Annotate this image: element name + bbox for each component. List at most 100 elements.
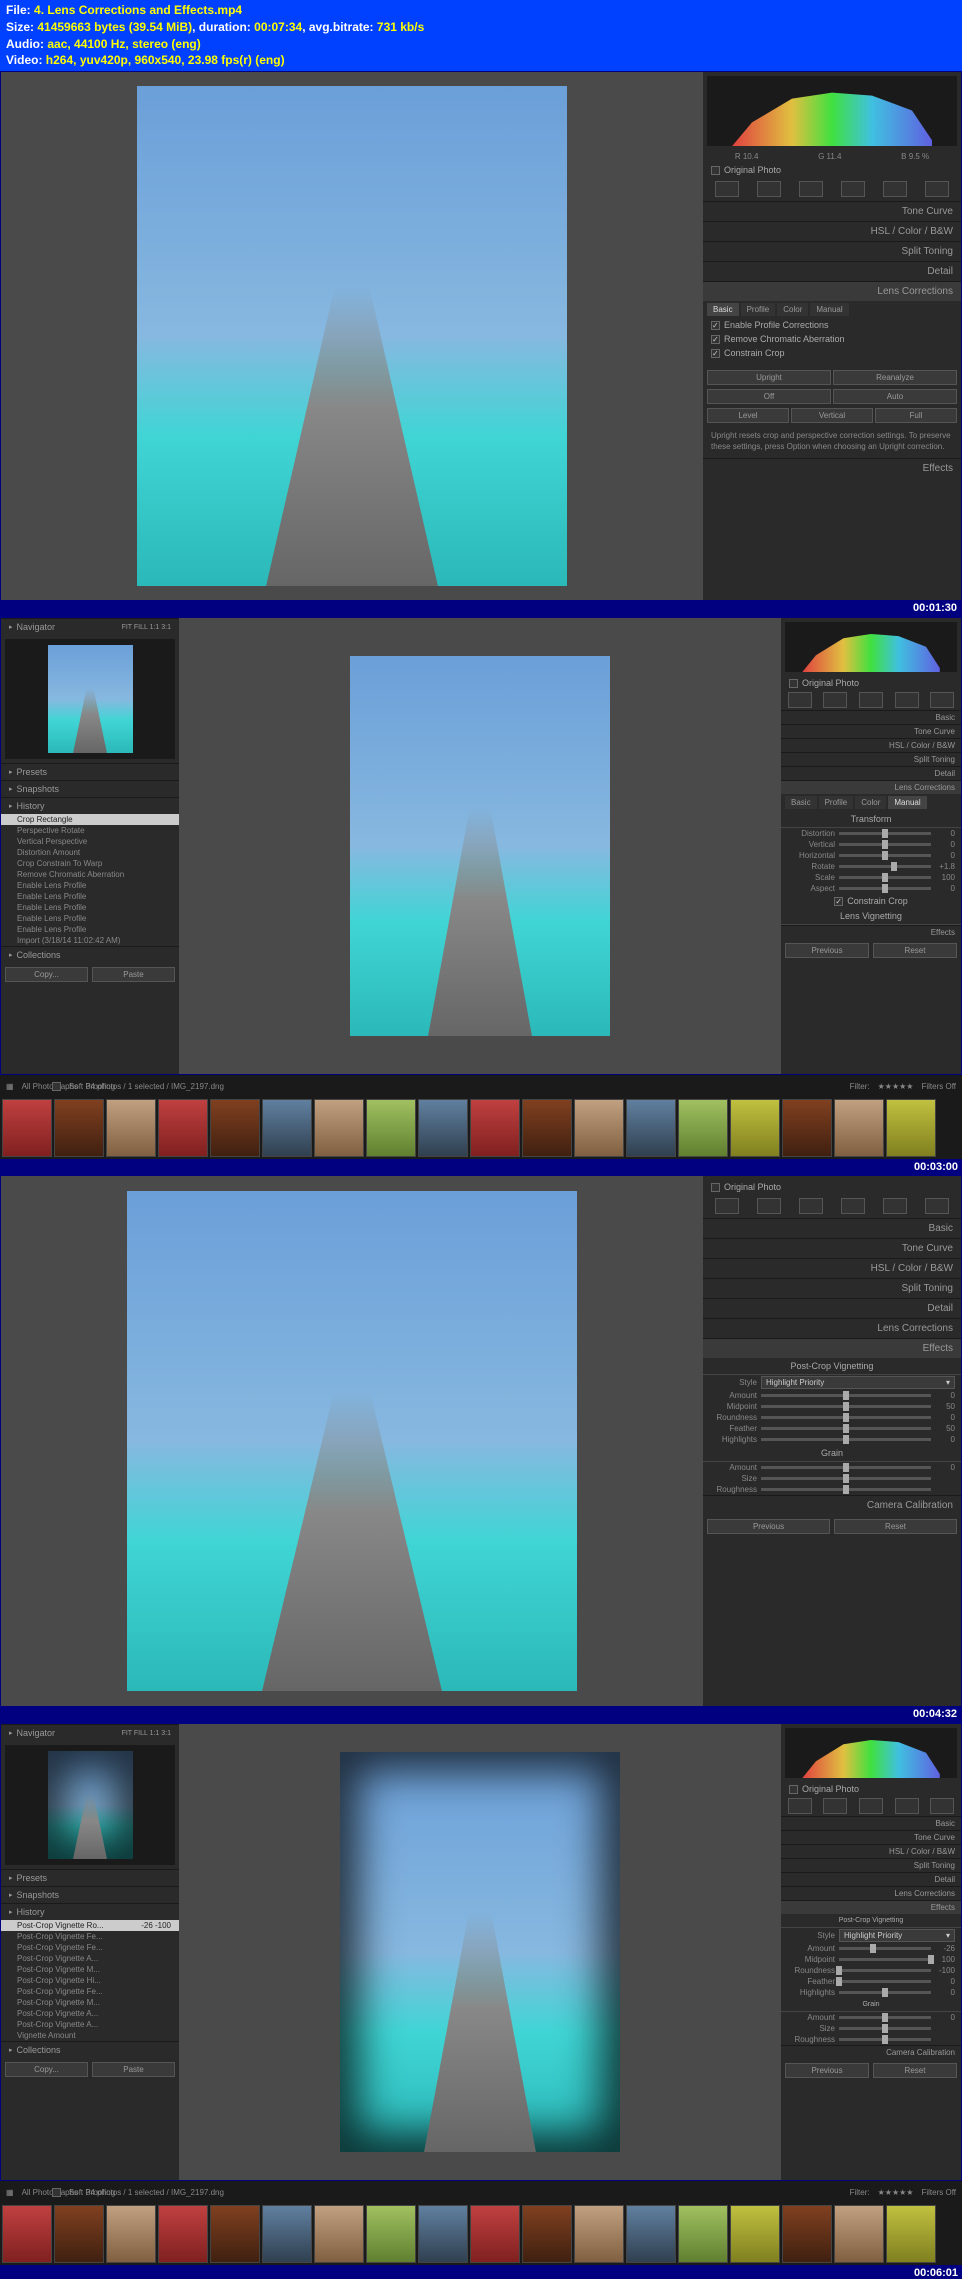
panel-basic[interactable]: Basic — [781, 710, 961, 724]
canvas-area[interactable] — [179, 1724, 781, 2180]
panel-split-toning[interactable]: Split Toning — [781, 752, 961, 766]
filmstrip[interactable] — [0, 1097, 962, 1159]
slider-scale[interactable]: Scale100 — [781, 872, 961, 883]
canvas-area[interactable] — [1, 1176, 703, 1706]
slider-roughness[interactable]: Roughness — [781, 2034, 961, 2045]
slider-rotate[interactable]: Rotate+1.8 — [781, 861, 961, 872]
brush-tool[interactable] — [925, 181, 949, 197]
reset-btn[interactable]: Reset — [873, 2063, 957, 2078]
slider-amount[interactable]: Amount-26 — [781, 1943, 961, 1954]
slider-aspect[interactable]: Aspect0 — [781, 883, 961, 894]
film-thumb[interactable] — [626, 1099, 676, 1157]
tab-color[interactable]: Color — [777, 303, 808, 316]
history-row[interactable]: Post-Crop Vignette Ro...-26 -100 — [1, 1920, 179, 1931]
slider-highlights[interactable]: Highlights0 — [781, 1987, 961, 1998]
reanalyze-btn[interactable]: Reanalyze — [833, 370, 957, 385]
history-row[interactable]: Remove Chromatic Aberration — [1, 869, 179, 880]
collections-header[interactable]: Collections — [1, 2041, 179, 2058]
navigator-header[interactable]: NavigatorFIT FILL 1:1 3:1 — [1, 1724, 179, 1741]
film-thumb[interactable] — [314, 1099, 364, 1157]
panel-hsl[interactable]: HSL / Color / B&W — [781, 738, 961, 752]
previous-btn[interactable]: Previous — [707, 1519, 830, 1534]
film-thumb[interactable] — [574, 1099, 624, 1157]
history-row[interactable]: Post-Crop Vignette A... — [1, 1953, 179, 1964]
previous-btn[interactable]: Previous — [785, 943, 869, 958]
upright-full[interactable]: Full — [875, 408, 957, 423]
snapshots-header[interactable]: Snapshots — [1, 780, 179, 797]
history-row[interactable]: Vertical Perspective — [1, 836, 179, 847]
panel-basic[interactable]: Basic — [703, 1218, 961, 1238]
slider-vertical[interactable]: Vertical0 — [781, 839, 961, 850]
history-row[interactable]: Vignette Amount — [1, 2030, 179, 2041]
style-dropdown[interactable]: Highlight Priority▾ — [839, 1929, 955, 1942]
slider-size[interactable]: Size — [781, 2023, 961, 2034]
film-thumb[interactable] — [782, 1099, 832, 1157]
film-thumb[interactable] — [834, 1099, 884, 1157]
paste-btn[interactable]: Paste — [92, 2062, 175, 2077]
film-thumb[interactable] — [418, 1099, 468, 1157]
history-row[interactable]: Enable Lens Profile — [1, 880, 179, 891]
history-row[interactable]: Post-Crop Vignette A... — [1, 2008, 179, 2019]
slider-roundness[interactable]: Roundness0 — [703, 1412, 961, 1423]
presets-header[interactable]: Presets — [1, 763, 179, 780]
film-thumb[interactable] — [2, 1099, 52, 1157]
film-thumb[interactable] — [886, 1099, 936, 1157]
panel-lens-corrections[interactable]: Lens Corrections — [703, 1318, 961, 1338]
history-row[interactable]: Enable Lens Profile — [1, 913, 179, 924]
tab-manual[interactable]: Manual — [810, 303, 848, 316]
history-row[interactable]: Enable Lens Profile — [1, 902, 179, 913]
panel-camera-cal[interactable]: Camera Calibration — [703, 1495, 961, 1515]
panel-tone-curve[interactable]: Tone Curve — [703, 201, 961, 221]
history-row[interactable]: Post-Crop Vignette Fe... — [1, 1931, 179, 1942]
history-row[interactable]: Post-Crop Vignette Fe... — [1, 1986, 179, 1997]
slider-feather[interactable]: Feather50 — [703, 1423, 961, 1434]
spot-tool[interactable] — [757, 181, 781, 197]
slider-amount[interactable]: Amount0 — [703, 1462, 961, 1473]
panel-hsl[interactable]: HSL / Color / B&W — [703, 221, 961, 241]
upright-off[interactable]: Off — [707, 389, 831, 404]
slider-highlights[interactable]: Highlights0 — [703, 1434, 961, 1445]
histogram[interactable] — [785, 1728, 957, 1778]
history-row[interactable]: Perspective Rotate — [1, 825, 179, 836]
radial-tool[interactable] — [883, 181, 907, 197]
panel-effects[interactable]: Effects — [703, 458, 961, 478]
panel-detail[interactable]: Detail — [703, 1298, 961, 1318]
histogram[interactable] — [785, 622, 957, 672]
tab-basic[interactable]: Basic — [707, 303, 739, 316]
paste-btn[interactable]: Paste — [92, 967, 175, 982]
slider-amount[interactable]: Amount0 — [781, 2012, 961, 2023]
slider-feather[interactable]: Feather0 — [781, 1976, 961, 1987]
history-row[interactable]: Crop Rectangle — [1, 814, 179, 825]
history-row[interactable]: Distortion Amount — [1, 847, 179, 858]
film-thumb[interactable] — [158, 1099, 208, 1157]
slider-size[interactable]: Size — [703, 1473, 961, 1484]
copy-btn[interactable]: Copy... — [5, 967, 88, 982]
copy-btn[interactable]: Copy... — [5, 2062, 88, 2077]
film-thumb[interactable] — [262, 1099, 312, 1157]
panel-split-toning[interactable]: Split Toning — [703, 241, 961, 261]
history-row[interactable]: Post-Crop Vignette M... — [1, 1964, 179, 1975]
history-row[interactable]: Post-Crop Vignette Hi... — [1, 1975, 179, 1986]
film-thumb[interactable] — [522, 1099, 572, 1157]
filmstrip[interactable] — [0, 2203, 962, 2265]
panel-detail[interactable]: Detail — [703, 261, 961, 281]
history-row[interactable]: Import (3/18/14 11:02:42 AM) — [1, 935, 179, 946]
history-header[interactable]: History — [1, 1903, 179, 1920]
panel-lens-corrections[interactable]: Lens Corrections — [781, 780, 961, 794]
panel-lens-corrections[interactable]: Lens Corrections — [703, 281, 961, 301]
history-row[interactable]: Post-Crop Vignette A... — [1, 2019, 179, 2030]
film-thumb[interactable] — [210, 1099, 260, 1157]
grid-icon[interactable]: ▦ — [6, 1082, 14, 1091]
tab-profile[interactable]: Profile — [741, 303, 776, 316]
original-photo-check[interactable] — [711, 166, 720, 175]
upright-auto[interactable]: Auto — [833, 389, 957, 404]
canvas-area[interactable] — [179, 618, 781, 1074]
slider-amount[interactable]: Amount0 — [703, 1390, 961, 1401]
panel-hsl[interactable]: HSL / Color / B&W — [703, 1258, 961, 1278]
collections-header[interactable]: Collections — [1, 946, 179, 963]
slider-midpoint[interactable]: Midpoint50 — [703, 1401, 961, 1412]
panel-effects[interactable]: Effects — [781, 925, 961, 939]
slider-horizontal[interactable]: Horizontal0 — [781, 850, 961, 861]
original-photo-check[interactable] — [711, 1183, 720, 1192]
enable-profile-check[interactable] — [711, 321, 720, 330]
